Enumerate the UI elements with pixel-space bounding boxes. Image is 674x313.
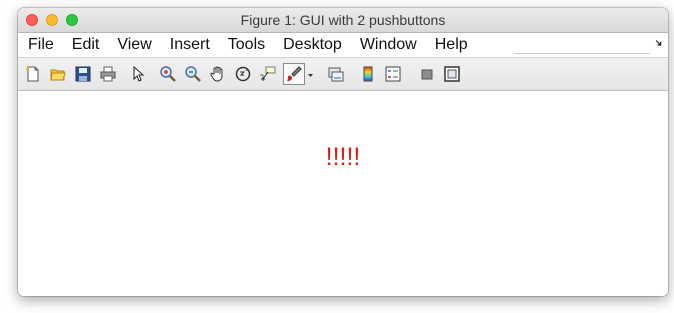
- menu-edit[interactable]: Edit: [63, 33, 109, 57]
- pan-hand-icon[interactable]: [209, 65, 227, 83]
- zoom-out-icon[interactable]: [184, 65, 202, 83]
- figure-window: Figure 1: GUI with 2 pushbuttons File Ed…: [18, 8, 668, 296]
- legend-icon[interactable]: [384, 65, 402, 83]
- dock-arrow-icon[interactable]: ➜: [651, 37, 665, 51]
- print-icon[interactable]: [99, 65, 117, 83]
- save-icon[interactable]: [74, 65, 92, 83]
- menu-desktop[interactable]: Desktop: [274, 33, 351, 57]
- brush-dropdown-icon[interactable]: [307, 65, 315, 83]
- show-plot-tools-icon[interactable]: [443, 65, 461, 83]
- figure-toolbar: [18, 57, 668, 91]
- menu-file[interactable]: File: [18, 33, 63, 57]
- menu-divider: [514, 53, 650, 54]
- zoom-in-icon[interactable]: [159, 65, 177, 83]
- colorbar-icon[interactable]: [359, 65, 377, 83]
- data-cursor-icon[interactable]: [259, 65, 277, 83]
- menu-help[interactable]: Help: [426, 33, 477, 57]
- menu-view[interactable]: View: [108, 33, 160, 57]
- figure-canvas: !!!!!: [18, 91, 668, 296]
- open-folder-icon[interactable]: [49, 65, 67, 83]
- hide-plot-tools-icon[interactable]: [418, 65, 436, 83]
- menu-window[interactable]: Window: [351, 33, 426, 57]
- menu-tools[interactable]: Tools: [219, 33, 274, 57]
- title-bar: Figure 1: GUI with 2 pushbuttons: [18, 8, 668, 33]
- exclamation-text: !!!!!: [325, 143, 361, 171]
- new-figure-icon[interactable]: [24, 65, 42, 83]
- menu-bar: File Edit View Insert Tools Desktop Wind…: [18, 33, 668, 57]
- rotate-3d-icon[interactable]: [234, 65, 252, 83]
- window-title: Figure 1: GUI with 2 pushbuttons: [240, 12, 446, 28]
- brush-icon[interactable]: [283, 63, 305, 85]
- link-plot-icon[interactable]: [327, 65, 345, 83]
- pointer-icon[interactable]: [128, 65, 146, 83]
- menu-insert[interactable]: Insert: [161, 33, 219, 57]
